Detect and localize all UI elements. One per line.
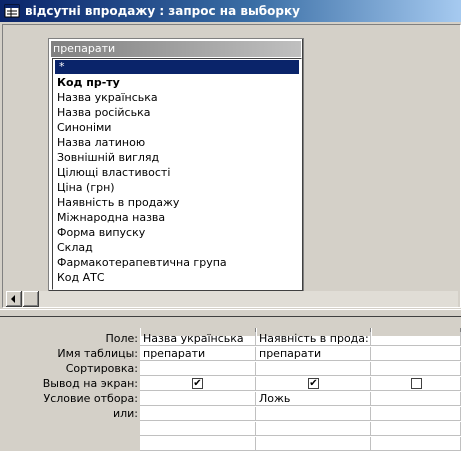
field-list-item[interactable]: Цілющі властивості (53, 165, 301, 180)
cell-sort-1[interactable] (140, 362, 256, 376)
title-bar[interactable]: відсутні впродажу : запрос на выборку (0, 0, 461, 22)
cell-empty-1b[interactable] (140, 437, 256, 451)
grid-cells: Назва українська препарати ✔ Наявність в… (140, 328, 461, 451)
field-list-item[interactable]: Код АТС (53, 270, 301, 285)
cell-sort-2[interactable] (256, 362, 371, 376)
cell-field-2[interactable]: Наявність в прода: (256, 332, 371, 346)
field-list-title[interactable]: препарати (51, 41, 301, 57)
cell-field-3[interactable] (371, 332, 461, 346)
cell-table-1[interactable]: препарати (140, 347, 256, 361)
pane-splitter[interactable] (0, 309, 461, 317)
cell-empty-3a[interactable] (371, 422, 461, 436)
scroll-left-button[interactable] (6, 291, 22, 307)
query-window: відсутні впродажу : запрос на выборку пр… (0, 0, 461, 451)
row-label-sort: Сортировка: (65, 362, 138, 375)
cell-sort-3[interactable] (371, 362, 461, 376)
field-list-item[interactable]: * (54, 59, 300, 75)
cell-field-1[interactable]: Назва українська (140, 332, 256, 346)
field-list-item[interactable]: Міжнародна назва (53, 210, 301, 225)
row-label-table: Имя таблицы: (57, 347, 138, 360)
field-list-item[interactable]: Синоніми (53, 120, 301, 135)
cell-or-3[interactable] (371, 407, 461, 421)
show-checkbox-3[interactable] (411, 378, 422, 389)
query-icon (4, 4, 20, 18)
row-label-show: Вывод на экран: (42, 377, 138, 390)
cell-empty-2b[interactable] (256, 437, 371, 451)
cell-empty-1a[interactable] (140, 422, 256, 436)
field-list-item[interactable]: Форма випуску (53, 225, 301, 240)
table-pane: препарати * Код пр-ту Назва українська Назв… (2, 24, 461, 308)
cell-or-1[interactable] (140, 407, 256, 421)
field-list-item[interactable]: Склад (53, 240, 301, 255)
field-list-item[interactable]: Назва російська (53, 105, 301, 120)
field-list-item[interactable]: Назва латиною (53, 135, 301, 150)
cell-empty-2a[interactable] (256, 422, 371, 436)
cell-show-3 (371, 377, 461, 391)
design-grid: Поле: Имя таблицы: Сортировка: Вывод на … (2, 320, 461, 451)
arrow-left-icon (11, 295, 15, 303)
cell-table-2[interactable]: препарати (256, 347, 371, 361)
scroll-thumb[interactable] (23, 291, 39, 307)
field-list-item[interactable]: Наявність в продажу (53, 195, 301, 210)
show-checkbox-2[interactable]: ✔ (308, 378, 319, 389)
cell-show-1: ✔ (140, 377, 256, 391)
cell-criteria-3[interactable] (371, 392, 461, 406)
window-title: відсутні впродажу : запрос на выборку (25, 4, 300, 18)
field-list-item[interactable]: Назва українська (53, 90, 301, 105)
show-checkbox-1[interactable]: ✔ (192, 378, 203, 389)
row-label-criteria: Условие отбора: (43, 392, 139, 405)
horizontal-scrollbar[interactable] (6, 291, 458, 307)
field-list-item[interactable]: Фармакотерапевтична група (53, 255, 301, 270)
field-list-item[interactable]: Зовнішній вигляд (53, 150, 301, 165)
field-list-window[interactable]: препарати * Код пр-ту Назва українська Назв… (48, 38, 304, 292)
row-label-or: или: (112, 407, 138, 420)
field-list-item[interactable]: Код пр-ту (53, 75, 301, 90)
cell-criteria-2[interactable]: Ложь (256, 392, 371, 406)
cell-table-3[interactable] (371, 347, 461, 361)
field-list: * Код пр-ту Назва українська Назва російськ… (52, 58, 302, 290)
row-label-field: Поле: (105, 332, 138, 345)
cell-or-2[interactable] (256, 407, 371, 421)
cell-empty-3b[interactable] (371, 437, 461, 451)
field-list-item[interactable]: Ціна (грн) (53, 180, 301, 195)
cell-show-2: ✔ (256, 377, 371, 391)
cell-criteria-1[interactable] (140, 392, 256, 406)
